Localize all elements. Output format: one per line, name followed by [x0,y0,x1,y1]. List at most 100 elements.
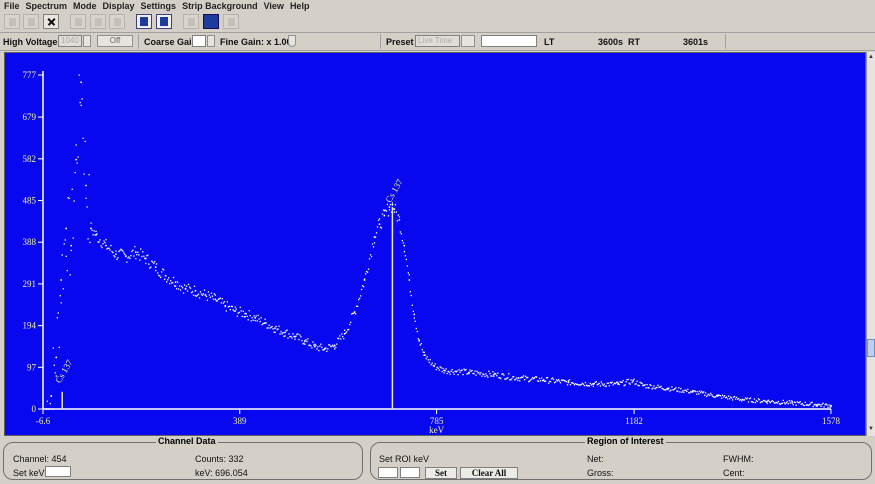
divider [380,34,381,49]
data-point [393,211,396,213]
open-icon[interactable] [23,14,39,29]
data-point [605,385,607,387]
data-point [716,395,719,398]
menu-spectrum[interactable]: Spectrum [26,1,68,11]
roi-set-button[interactable]: Set [425,467,457,479]
data-point [349,323,351,326]
data-point [373,242,376,244]
data-point [159,275,161,277]
high-voltage-field[interactable]: 1040 [58,35,82,47]
roi-end-input[interactable] [400,467,420,478]
data-point [601,383,603,385]
start-icon[interactable] [70,14,86,29]
clear-icon[interactable] [109,14,125,29]
stop-icon[interactable] [90,14,106,29]
data-point [226,301,228,303]
data-point [108,247,110,249]
spectrum-plot[interactable]: 777 679 582 485 388 291 194 97 0 -6.6 389 785 1182 15… [4,52,866,436]
preset-dropdown-arrow[interactable] [461,35,475,47]
data-point [383,214,386,217]
y-tick-label: 194 [23,321,37,331]
data-point [754,401,757,404]
vertical-scrollbar[interactable]: ▲ ▼ [866,52,875,436]
data-point [169,282,171,285]
counts-label: Counts: 332 [195,454,244,464]
data-point [385,210,388,212]
high-voltage-spinner[interactable] [83,35,91,47]
data-point [360,288,363,291]
data-point [346,331,348,333]
coarse-gain-field[interactable] [192,35,206,47]
menu-help[interactable]: Help [290,1,310,11]
report-icon[interactable] [156,14,172,29]
data-point [733,396,736,398]
data-point [110,244,112,247]
menu-mode[interactable]: Mode [73,1,97,11]
data-point [631,381,633,384]
data-point [54,372,56,374]
data-point [240,310,242,312]
data-point [57,312,59,314]
data-point [670,389,672,391]
document-icon[interactable] [136,14,152,29]
roi-start-input[interactable] [378,467,398,478]
data-point [333,346,335,348]
data-point [317,346,319,348]
data-point [476,370,478,372]
data-point [249,314,251,317]
data-point [656,386,658,389]
scroll-up-icon[interactable]: ▲ [868,54,874,60]
menu-settings[interactable]: Settings [141,1,177,11]
hv-off-button[interactable]: Off [97,35,133,47]
data-point [776,402,778,404]
close-icon[interactable] [43,14,59,29]
roi-gross-label: Gross: [587,468,614,478]
data-point [281,333,283,335]
data-point [224,304,227,307]
scroll-thumb[interactable] [867,339,875,357]
data-point [648,387,650,389]
scroll-down-icon[interactable]: ▼ [868,426,874,432]
data-point [522,376,524,378]
data-point [728,398,731,400]
data-point [523,375,525,377]
data-point [202,293,205,295]
data-point [756,400,759,403]
data-point [105,244,107,247]
data-point [653,385,655,387]
data-point [201,294,204,296]
data-point [207,291,210,293]
data-point [559,382,562,384]
menu-view[interactable]: View [264,1,284,11]
data-point [621,381,623,383]
data-point [213,293,216,295]
data-point [93,230,95,232]
data-point [139,259,141,261]
mca-icon[interactable] [203,14,219,29]
set-kev-input[interactable] [45,466,71,477]
menu-file[interactable]: File [4,1,20,11]
coarse-gain-spinner[interactable] [207,35,215,47]
data-point [123,252,125,254]
data-point [294,338,296,340]
data-point [65,255,67,257]
data-point [250,320,252,322]
print-icon[interactable] [183,14,199,29]
data-point [313,345,316,348]
help-icon[interactable] [223,14,239,29]
data-point [404,255,407,257]
data-point [73,200,75,202]
menu-strip-background[interactable]: Strip Background [182,1,258,11]
new-spectrum-icon[interactable] [4,14,20,29]
menu-display[interactable]: Display [103,1,135,11]
data-point [788,400,790,402]
data-point [130,255,132,257]
data-point [154,266,157,269]
fine-gain-slider-thumb[interactable] [288,35,296,47]
preset-select[interactable]: Live Time [415,35,460,47]
y-tick-label: 97 [27,362,37,372]
data-point [395,211,398,213]
data-point [138,254,140,256]
preset-value-input[interactable] [481,35,537,47]
roi-clear-all-button[interactable]: Clear All [460,467,518,479]
